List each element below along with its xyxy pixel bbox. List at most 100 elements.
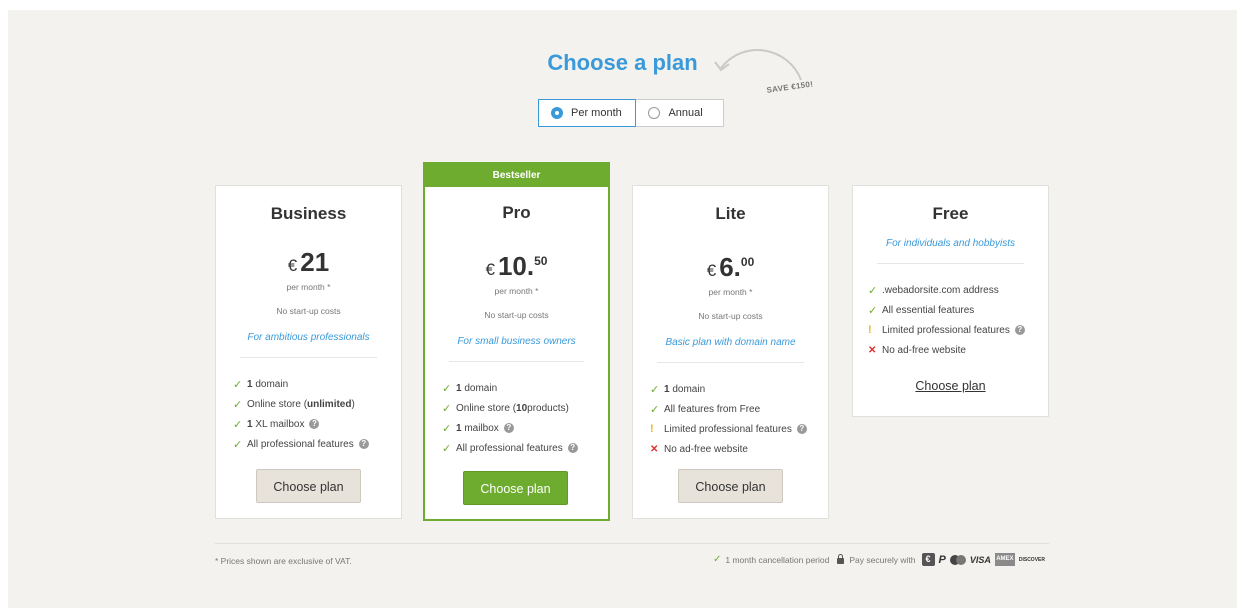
choose-plan-button[interactable]: Choose plan	[678, 469, 783, 503]
billing-toggle: Per month Annual	[538, 99, 724, 127]
divider	[657, 362, 804, 363]
feature-item: ✓ All features from Free	[650, 399, 828, 419]
plan-card-business: Business €21 per month * No start-up cos…	[215, 185, 402, 519]
price-period: per month *	[708, 287, 753, 297]
payment-methods: € P VISA AMEX DISCOVER	[921, 553, 1049, 566]
choose-plan-button[interactable]: Choose plan	[256, 469, 361, 503]
plan-tagline: For ambitious professionals	[247, 332, 370, 343]
feature-text: .webadorsite.com address	[882, 284, 999, 296]
feature-item: ✓ 1 XL mailbox?	[233, 414, 401, 434]
plan-name: Business	[270, 204, 347, 223]
paypal-icon: P	[938, 553, 946, 566]
check-icon: ✓	[233, 378, 243, 391]
annual-option[interactable]: Annual	[636, 100, 723, 126]
check-icon: ✓	[868, 284, 878, 297]
feature-item: ! Limited professional features?	[650, 419, 828, 439]
feature-bold: 1	[247, 378, 253, 390]
feature-list: ✓ 1 domain ✓ Online store (10 products) ✓ 1…	[425, 378, 608, 458]
feature-text: XL mailbox	[255, 418, 305, 430]
plan-card-free: Free For individuals and hobbyists ✓ .web…	[852, 185, 1049, 417]
mastercard-icon	[949, 554, 966, 565]
plan-name: Lite	[715, 204, 746, 223]
divider	[449, 361, 584, 362]
feature-bold: 1	[664, 383, 670, 395]
feature-item: ✕ No ad-free website	[868, 340, 1048, 360]
feature-item: ✓ 1 domain	[233, 374, 401, 394]
feature-text: mailbox	[464, 422, 499, 434]
feature-text: All essential features	[882, 304, 975, 316]
currency-symbol: €	[485, 260, 495, 279]
question-icon[interactable]: ?	[796, 424, 807, 434]
pay-securely-text: Pay securely with	[849, 554, 916, 565]
feature-item: ✓ All essential features	[868, 300, 1048, 320]
feature-text: Limited professional features	[882, 324, 1010, 336]
feature-item: ✓ All professional features?	[442, 438, 608, 458]
euro-payment-icon: €	[921, 553, 935, 566]
currency-symbol: €	[287, 256, 298, 275]
plan-card-pro: Bestseller Pro €10.50 per month * No sta…	[423, 162, 610, 521]
plan-name: Pro	[502, 203, 531, 222]
feature-list: ✓ .webadorsite.com address ✓ All essential…	[853, 280, 1048, 360]
cancellation-text: 1 month cancellation period	[725, 554, 830, 565]
check-icon: ✓	[233, 438, 243, 451]
feature-text: All professional features	[247, 438, 354, 450]
question-icon[interactable]: ?	[1014, 325, 1025, 335]
amex-icon: AMEX	[994, 553, 1015, 566]
feature-text: )	[351, 398, 355, 410]
choose-plan-button[interactable]: Choose plan	[463, 471, 568, 505]
plan-price: €10.50	[485, 251, 548, 281]
feature-item: ✓ .webadorsite.com address	[868, 280, 1048, 300]
question-icon[interactable]: ?	[358, 439, 369, 449]
feature-text: No ad-free website	[664, 443, 748, 455]
feature-text: domain	[255, 378, 289, 390]
visa-icon: VISA	[969, 554, 991, 565]
lock-icon	[837, 553, 845, 564]
divider	[240, 357, 377, 358]
question-icon[interactable]: ?	[503, 423, 514, 433]
feature-text: Online store (	[247, 398, 308, 410]
check-icon: ✓	[868, 304, 878, 317]
question-icon[interactable]: ?	[309, 419, 320, 429]
plan-tagline: For individuals and hobbyists	[886, 238, 1015, 249]
feature-text: domain	[464, 382, 498, 394]
feature-text: Online store (	[456, 402, 517, 414]
check-icon: ✓	[442, 442, 452, 455]
per-month-option[interactable]: Per month	[538, 99, 637, 127]
feature-item: ✓ 1 mailbox?	[442, 418, 608, 438]
feature-item: ✓ 1 domain	[650, 379, 828, 399]
feature-bold: 1	[456, 382, 462, 394]
price-period: per month *	[286, 282, 331, 292]
vat-note: * Prices shown are exclusive of VAT.	[215, 556, 352, 566]
plan-price: €6.00	[706, 252, 755, 282]
plan-tagline: For small business owners	[457, 336, 576, 347]
radio-selected-icon[interactable]	[551, 107, 563, 119]
feature-text: All professional features	[456, 442, 563, 454]
question-icon[interactable]: ?	[567, 443, 578, 453]
warning-icon: !	[650, 423, 654, 435]
discover-icon: DISCOVER	[1018, 556, 1045, 563]
feature-bold: 10	[516, 402, 528, 414]
price-period: per month *	[494, 286, 539, 296]
feature-text: products)	[527, 402, 569, 414]
plan-card-lite: Lite €6.00 per month * No start-up costs…	[632, 185, 829, 519]
choose-plan-link[interactable]: Choose plan	[853, 379, 1048, 393]
cross-icon: ✕	[868, 344, 877, 356]
bestseller-badge: Bestseller	[425, 164, 608, 187]
footer-divider	[215, 543, 1049, 544]
currency-symbol: €	[706, 261, 717, 280]
trust-bar: ✓ 1 month cancellation period Pay secure…	[713, 553, 1049, 566]
radio-unselected-icon[interactable]	[648, 107, 661, 119]
feature-list: ✓ 1 domain ✓ All features from Free ! Limit…	[633, 379, 828, 459]
price-main: 10	[497, 251, 527, 281]
warning-icon: !	[868, 324, 872, 336]
per-month-label: Per month	[571, 107, 622, 119]
feature-bold: 1	[247, 418, 253, 430]
feature-item: ✕ No ad-free website	[650, 439, 828, 459]
check-icon: ✓	[442, 422, 452, 435]
price-main: 21	[300, 247, 330, 277]
startup-costs: No start-up costs	[698, 311, 763, 321]
check-icon: ✓	[650, 403, 660, 416]
feature-item: ✓ 1 domain	[442, 378, 608, 398]
plan-tagline: Basic plan with domain name	[665, 337, 796, 348]
check-icon: ✓	[650, 383, 660, 396]
